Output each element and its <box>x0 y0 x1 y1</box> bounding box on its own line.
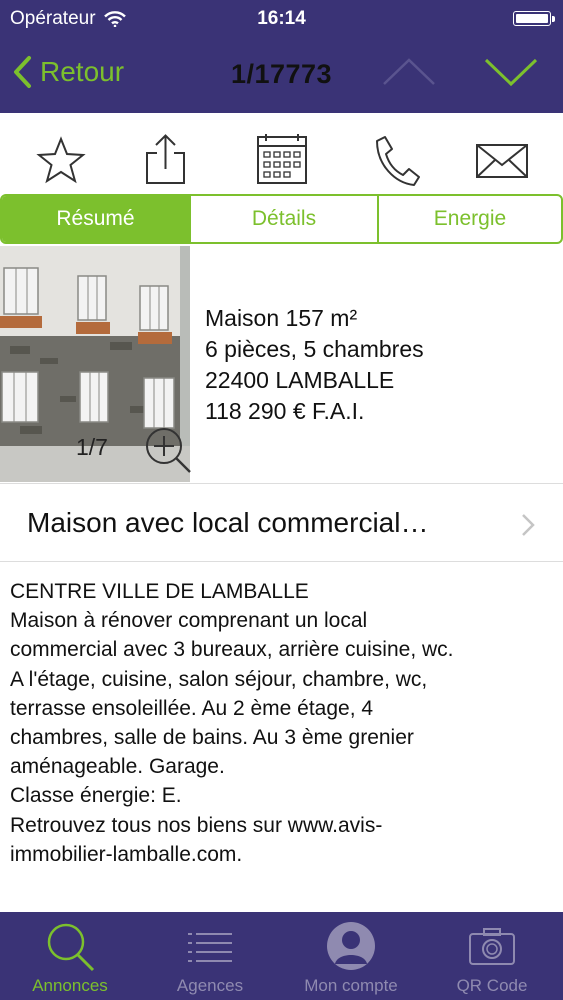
tab-qr-code-label: QR Code <box>456 976 528 995</box>
next-listing-button[interactable] <box>482 52 540 92</box>
calendar-icon <box>257 134 307 184</box>
description-line: A l'étage, cuisine, salon séjour, chambr… <box>10 667 428 691</box>
mail-icon <box>476 144 528 178</box>
chevron-up-icon <box>383 58 435 85</box>
tab-details[interactable]: Détails <box>189 196 377 242</box>
search-icon <box>47 923 95 972</box>
tab-annonces[interactable]: Annonces <box>15 912 125 1000</box>
summary-rooms: 6 pièces, 5 chambres <box>205 336 424 362</box>
chevron-right-icon <box>522 514 535 536</box>
listing-title-row[interactable]: Maison avec local commercial… <box>0 485 563 561</box>
action-bar <box>0 113 563 195</box>
share-button[interactable] <box>135 133 195 189</box>
zoom-button[interactable] <box>140 424 196 480</box>
description-line: chambres, salle de bains. Au 3 ème greni… <box>10 726 414 750</box>
description-line: immobilier-lamballe.com. <box>10 842 243 866</box>
tab-mon-compte[interactable]: Mon compte <box>296 912 406 1000</box>
nav-row: Retour 1/17773 <box>0 38 563 113</box>
divider <box>0 561 563 562</box>
description-line: Retrouvez tous nos biens sur www.avis- <box>10 813 383 837</box>
description-line: Maison à rénover comprenant un local <box>10 609 368 633</box>
description-line: aménageable. Garage. <box>10 755 225 779</box>
share-icon <box>146 134 185 184</box>
tab-resume[interactable]: Résumé <box>2 196 189 242</box>
summary-location: 22400 LAMBALLE <box>205 367 395 393</box>
phone-icon <box>376 136 420 186</box>
summary-type-area: Maison 157 m² <box>205 305 358 331</box>
property-summary: Maison 157 m² 6 pièces, 5 chambres 22400… <box>205 303 424 427</box>
list-icon <box>188 933 232 962</box>
description-line: terrasse ensoleillée. Au 2 ème étage, 4 <box>10 696 374 720</box>
description-line: Classe énergie: E. <box>10 784 182 808</box>
listing-title: Maison avec local commercial… <box>27 507 429 538</box>
tab-agences-label: Agences <box>176 976 244 995</box>
listing-counter: 1/17773 <box>230 59 333 89</box>
divider <box>0 483 563 484</box>
tab-mon-compte-label: Mon compte <box>304 976 398 995</box>
tab-energie[interactable]: Energie <box>377 196 561 242</box>
status-bar: Opérateur 16:14 <box>0 0 563 38</box>
previous-listing-button[interactable] <box>380 52 438 92</box>
camera-icon <box>469 928 515 965</box>
photo-counter: 1/7 <box>76 434 108 460</box>
status-time: 16:14 <box>257 8 306 29</box>
favorite-button[interactable] <box>31 133 91 189</box>
description-line: CENTRE VILLE DE LAMBALLE <box>10 580 309 603</box>
call-button[interactable] <box>365 133 425 189</box>
schedule-visit-button[interactable] <box>252 133 312 189</box>
chevron-down-icon <box>484 58 538 87</box>
zoom-in-icon <box>146 428 191 473</box>
user-icon <box>327 922 375 970</box>
segmented-control: Résumé Détails Energie <box>0 194 563 244</box>
navigation-bar: Opérateur 16:14 Retour 1/17773 <box>0 0 563 113</box>
tab-annonces-label: Annonces <box>32 976 108 995</box>
tab-bar: Annonces Agences Mon compte QR Code <box>0 912 563 1000</box>
summary-price: 118 290 € F.A.I. <box>205 398 365 424</box>
email-button[interactable] <box>471 133 531 189</box>
listing-description: CENTRE VILLE DE LAMBALLE Maison à rénove… <box>10 577 555 869</box>
description-line: commercial avec 3 bureaux, arrière cuisi… <box>10 638 454 662</box>
battery-icon <box>513 11 555 26</box>
tab-qr-code[interactable]: QR Code <box>437 912 547 1000</box>
tab-agences[interactable]: Agences <box>155 912 265 1000</box>
star-icon <box>36 136 86 184</box>
